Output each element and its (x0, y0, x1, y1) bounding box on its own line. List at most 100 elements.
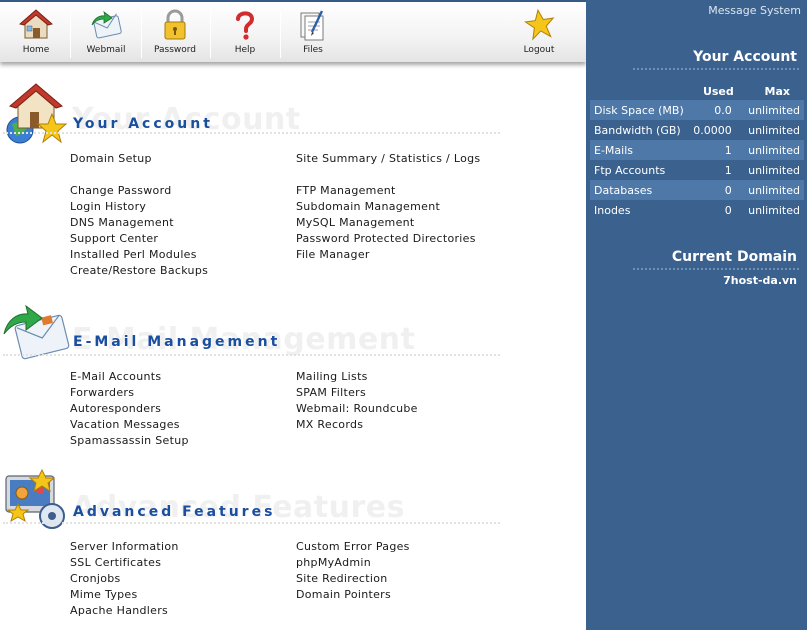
usage-name: Inodes (594, 203, 631, 217)
files-label: Files (303, 45, 323, 55)
usage-used: 0.0000 (693, 123, 732, 137)
section-divider (3, 522, 500, 524)
domain-setup-link[interactable]: Domain Setup (70, 151, 300, 167)
advanced-links-right: Custom Error Pages phpMyAdmin Site Redir… (296, 539, 526, 603)
email-links-left: E-Mail Accounts Forwarders Autoresponder… (70, 369, 300, 449)
used-column-header: Used (702, 84, 734, 98)
ftp-management-link[interactable]: FTP Management (296, 183, 526, 199)
usage-row-databases: Databases 0 unlimited (590, 180, 804, 200)
toolbar-separator (141, 10, 142, 58)
usage-row-ftp-accounts: Ftp Accounts 1 unlimited (590, 160, 804, 180)
current-domain-name: 7host-da.vn (723, 274, 797, 287)
usage-max: unlimited (739, 140, 804, 160)
spam-filters-link[interactable]: SPAM Filters (296, 385, 526, 401)
usage-max: unlimited (748, 203, 800, 217)
section-title: E-Mail Management (73, 334, 281, 350)
phpmyadmin-link[interactable]: phpMyAdmin (296, 555, 526, 571)
usage-name: Bandwidth (GB) (594, 123, 681, 137)
toolbar-separator (280, 10, 281, 58)
vacation-messages-link[interactable]: Vacation Messages (70, 417, 300, 433)
advanced-links-left: Server Information SSL Certificates Cron… (70, 539, 300, 619)
site-redirection-link[interactable]: Site Redirection (296, 571, 526, 587)
name-column-header (590, 82, 684, 100)
domain-pointers-link[interactable]: Domain Pointers (296, 587, 526, 603)
create-restore-backups-link[interactable]: Create/Restore Backups (70, 263, 300, 279)
custom-error-pages-link[interactable]: Custom Error Pages (296, 539, 526, 555)
usage-used: 0 (724, 203, 732, 217)
advanced-features-section: Advanced Features Advanced Features Serv… (0, 468, 586, 628)
email-management-section: E-Mail Management E-Mail Management E-Ma… (0, 304, 586, 454)
password-label: Password (153, 45, 197, 55)
webmail-label: Webmail (86, 45, 126, 55)
max-column-header: Max (764, 84, 790, 98)
usage-name: Ftp Accounts (594, 163, 666, 177)
mime-types-link[interactable]: Mime Types (70, 587, 300, 603)
account-links-left: Domain Setup Change Password Login Histo… (70, 151, 300, 279)
section-divider (3, 354, 500, 356)
toolbar-separator (70, 10, 71, 58)
password-protected-directories-link[interactable]: Password Protected Directories (296, 231, 526, 247)
autoresponders-link[interactable]: Autoresponders (70, 401, 300, 417)
site-summary-link[interactable]: Site Summary / Statistics / Logs (296, 151, 526, 167)
your-account-heading: Your Account (693, 49, 797, 65)
mysql-management-link[interactable]: MySQL Management (296, 215, 526, 231)
logout-button[interactable]: Logout (512, 4, 566, 62)
webmail-roundcube-link[interactable]: Webmail: Roundcube (296, 401, 526, 417)
dns-management-link[interactable]: DNS Management (70, 215, 300, 231)
usage-used: 0.0 (683, 100, 740, 120)
usage-name: Disk Space (MB) (590, 100, 684, 120)
spamassassin-setup-link[interactable]: Spamassassin Setup (70, 433, 300, 449)
home-label: Home (22, 45, 50, 55)
logout-label: Logout (523, 45, 555, 55)
server-information-link[interactable]: Server Information (70, 539, 300, 555)
section-title: Your Account (73, 116, 213, 132)
usage-name: Databases (590, 180, 684, 200)
mx-records-link[interactable]: MX Records (296, 417, 526, 433)
forwarders-link[interactable]: Forwarders (70, 385, 300, 401)
email-accounts-link[interactable]: E-Mail Accounts (70, 369, 300, 385)
usage-used: 0 (683, 180, 740, 200)
files-icon (300, 10, 324, 41)
usage-used: 1 (683, 140, 740, 160)
usage-max: unlimited (748, 163, 800, 177)
home-button[interactable]: Home (8, 4, 64, 62)
webmail-button[interactable]: Webmail (76, 4, 136, 62)
home-icon (19, 9, 53, 39)
mailing-lists-link[interactable]: Mailing Lists (296, 369, 526, 385)
usage-used: 1 (724, 163, 732, 177)
files-button[interactable]: Files (284, 4, 342, 62)
toolbar: Home Webmail Password Help Files Logout (0, 0, 586, 62)
help-button[interactable]: Help (216, 4, 274, 62)
envelope-arrow-icon (3, 304, 70, 360)
usage-table: Used Max Disk Space (MB) 0.0 unlimited B… (590, 82, 804, 220)
sidebar-divider (633, 68, 799, 70)
sidebar-divider (633, 268, 799, 270)
main-content: Home Webmail Password Help Files Logout … (0, 0, 586, 630)
ssl-certificates-link[interactable]: SSL Certificates (70, 555, 300, 571)
change-password-link[interactable]: Change Password (70, 183, 300, 199)
usage-max: unlimited (739, 180, 804, 200)
mail-icon (91, 11, 122, 39)
support-center-link[interactable]: Support Center (70, 231, 300, 247)
message-system-link[interactable]: Message System (708, 4, 801, 17)
file-manager-link[interactable]: File Manager (296, 247, 526, 263)
usage-max: unlimited (739, 100, 804, 120)
login-history-link[interactable]: Login History (70, 199, 300, 215)
star-icon (524, 8, 555, 41)
help-label: Help (234, 45, 256, 55)
apache-handlers-link[interactable]: Apache Handlers (70, 603, 300, 619)
cronjobs-link[interactable]: Cronjobs (70, 571, 300, 587)
your-account-section: Your Account Your Account Domain Setup C… (0, 82, 586, 282)
usage-row-inodes: Inodes 0 unlimited (590, 200, 804, 220)
password-button[interactable]: Password (146, 4, 204, 62)
padlock-icon (164, 9, 186, 40)
toolbar-separator (210, 10, 211, 58)
usage-row-disk-space: Disk Space (MB) 0.0 unlimited (590, 100, 804, 120)
installed-perl-modules-link[interactable]: Installed Perl Modules (70, 247, 300, 263)
usage-row-emails: E-Mails 1 unlimited (590, 140, 804, 160)
usage-name: E-Mails (590, 140, 684, 160)
house-globe-star-icon (6, 83, 68, 144)
subdomain-management-link[interactable]: Subdomain Management (296, 199, 526, 215)
